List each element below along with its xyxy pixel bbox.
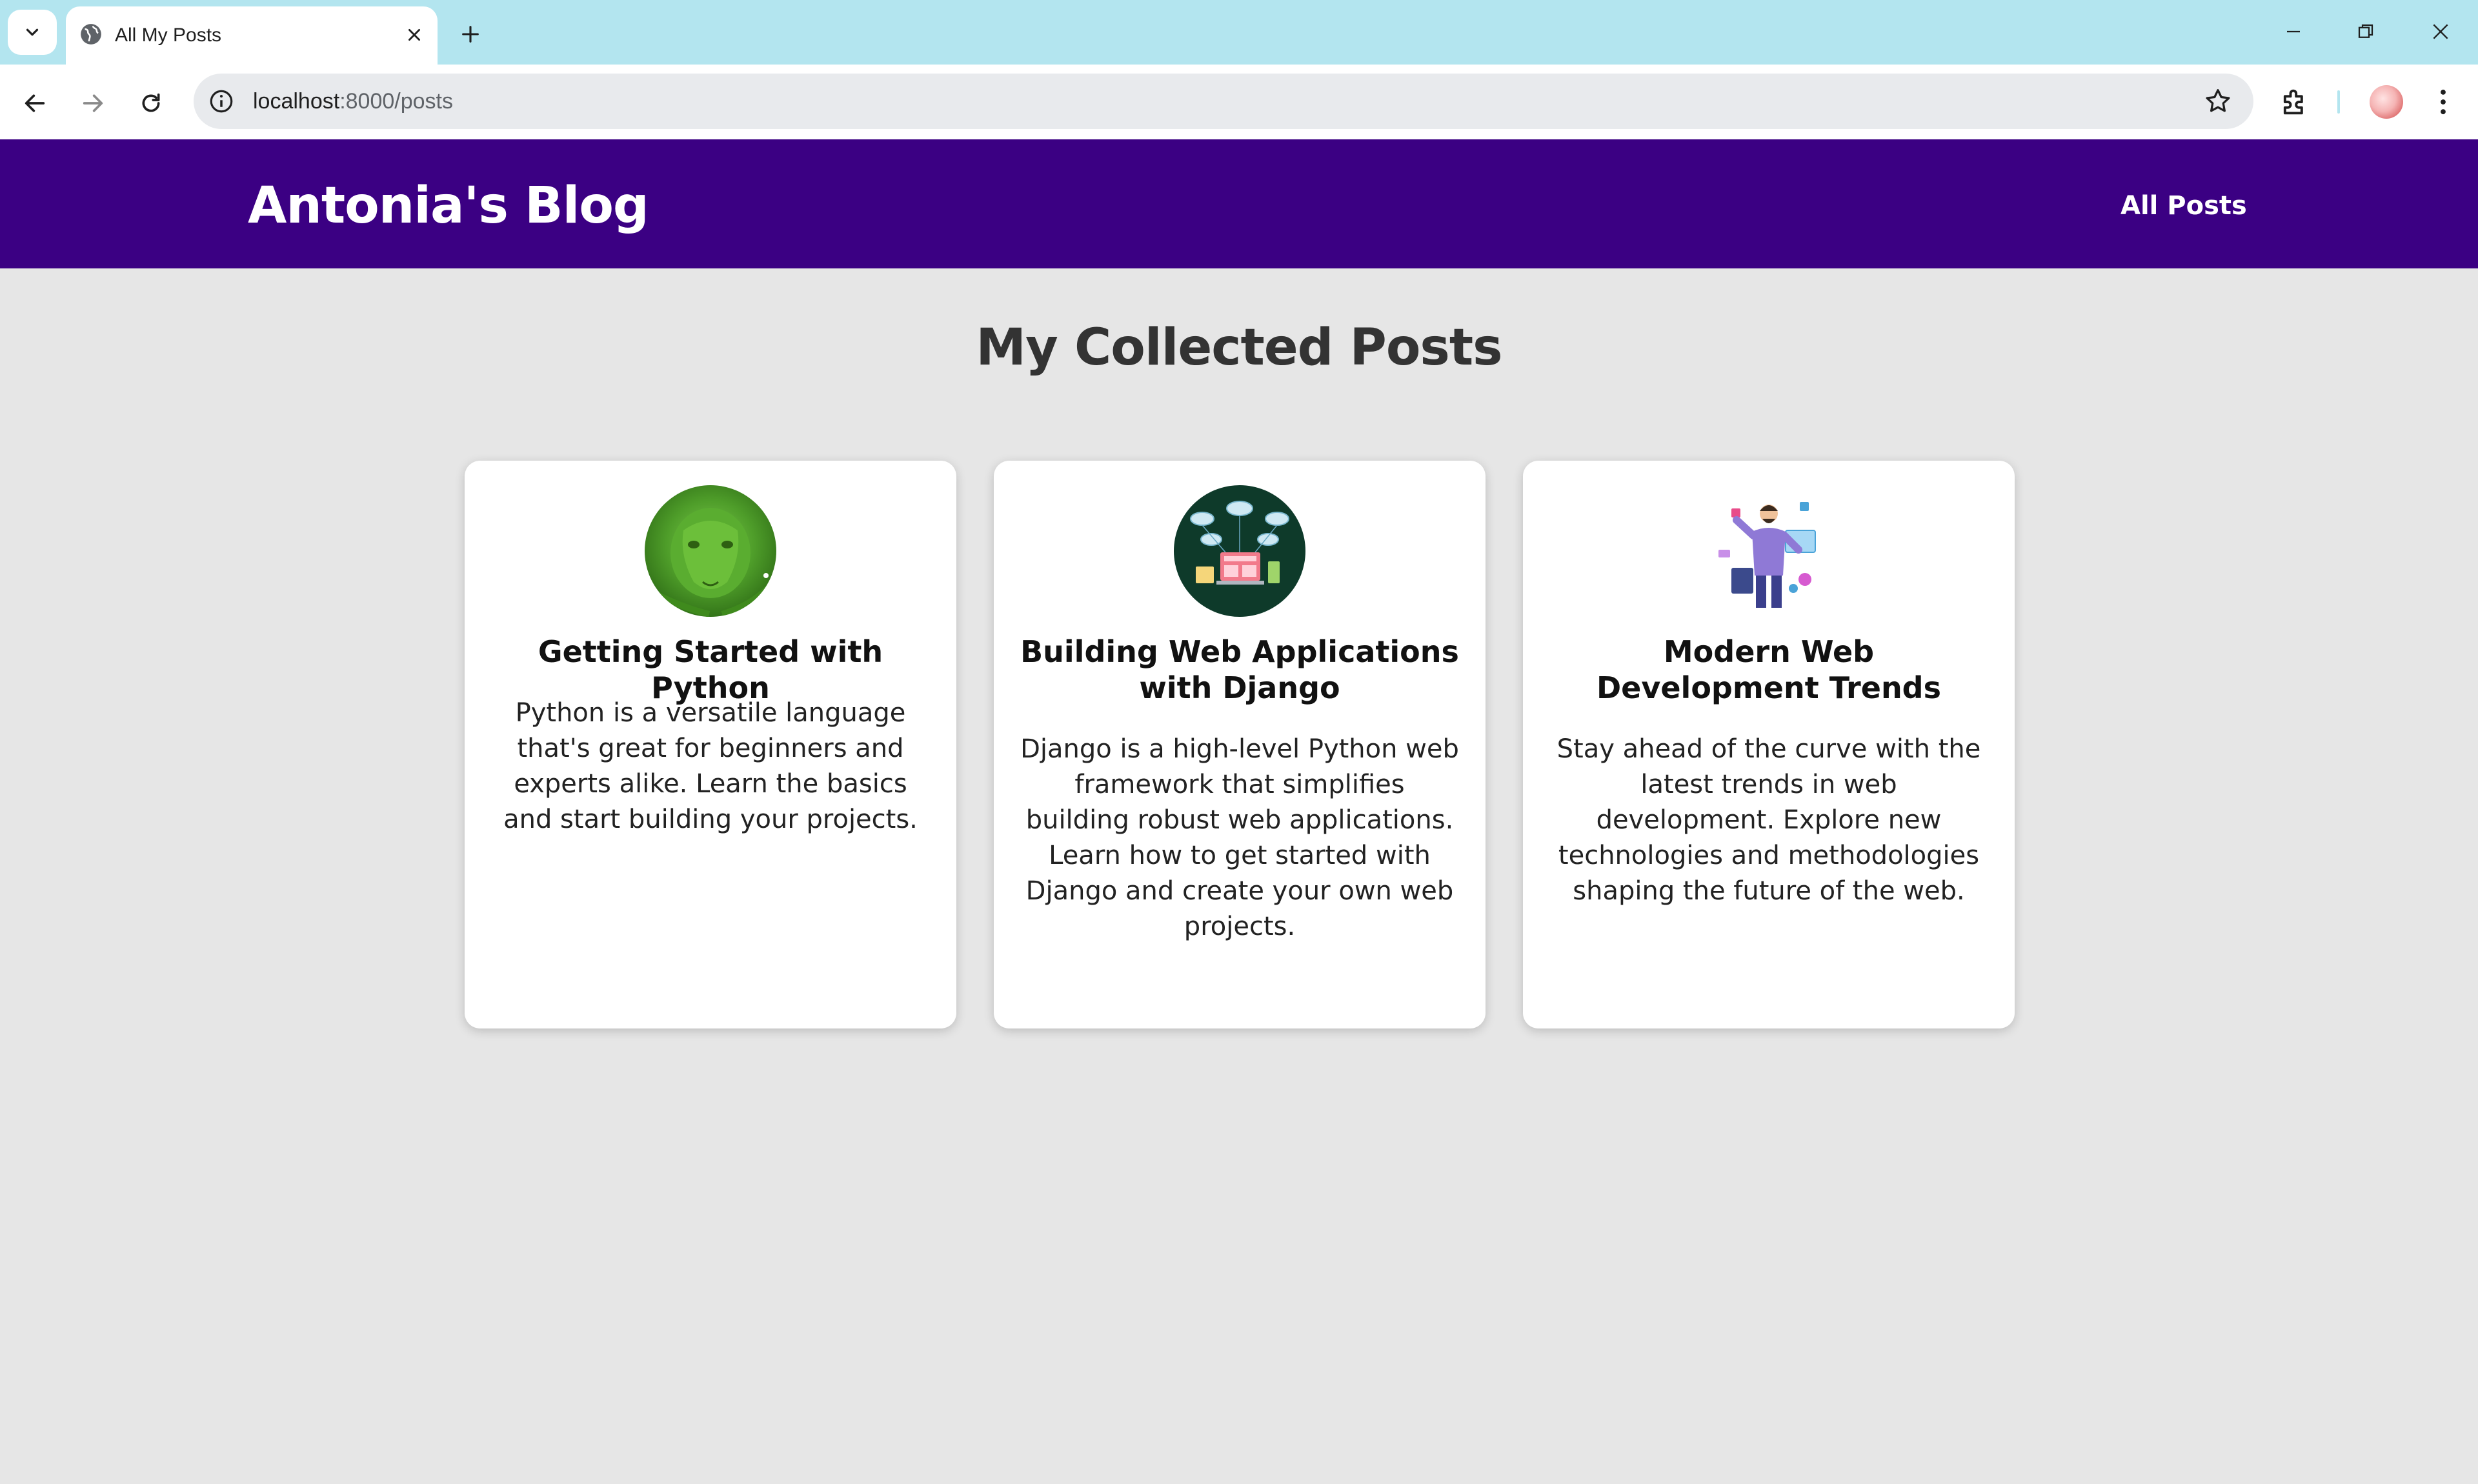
post-excerpt: Stay ahead of the curve with the latest … xyxy=(1556,734,1981,906)
snake-image xyxy=(645,485,776,617)
toolbar-separator xyxy=(2337,90,2340,114)
star-icon[interactable] xyxy=(2203,86,2233,116)
profile-avatar[interactable] xyxy=(2370,85,2403,119)
minimize-button[interactable] xyxy=(2274,15,2313,48)
post-excerpt: Python is a versatile language that's gr… xyxy=(503,698,918,834)
browser-tab[interactable]: All My Posts xyxy=(66,6,438,65)
close-window-button[interactable] xyxy=(2421,15,2460,48)
post-title[interactable]: Building Web Applications with Django xyxy=(1020,634,1460,706)
post-excerpt: Django is a high-level Python web framew… xyxy=(1020,734,1459,941)
post-card[interactable]: Getting Started with Python Python is a … xyxy=(465,461,956,1028)
reload-icon xyxy=(142,93,160,112)
address-bar[interactable]: localhost:8000/posts xyxy=(194,74,2253,129)
close-icon xyxy=(2433,24,2448,39)
post-card[interactable]: Building Web Applications with Django Dj… xyxy=(994,461,1486,1028)
browser-toolbar: localhost:8000/posts xyxy=(0,65,2478,139)
close-icon xyxy=(408,29,420,41)
restore-icon xyxy=(2358,24,2373,38)
plus-icon xyxy=(462,26,479,43)
tab-title: All My Posts xyxy=(115,25,222,46)
post-image-web xyxy=(1174,485,1305,617)
browser-tab-strip: All My Posts xyxy=(0,0,2478,65)
arrow-right-icon xyxy=(83,94,103,112)
reload-button[interactable] xyxy=(132,84,170,123)
post-image-snake xyxy=(645,485,776,617)
nav-link-all-posts[interactable]: All Posts xyxy=(2120,191,2247,221)
more-vert-icon[interactable] xyxy=(2426,85,2460,119)
forward-button[interactable] xyxy=(74,84,112,123)
post-card[interactable]: Modern Web Development Trends Stay ahead… xyxy=(1523,461,2015,1028)
tab-close-button[interactable] xyxy=(401,22,427,48)
site-header: Antonia's Blog All Posts xyxy=(0,139,2478,268)
site-title[interactable]: Antonia's Blog xyxy=(248,177,649,235)
new-tab-button[interactable] xyxy=(454,18,487,50)
info-icon[interactable] xyxy=(208,88,235,115)
arrow-left-icon xyxy=(25,94,45,112)
cloud-laptop-image xyxy=(1174,485,1305,617)
tab-search-button[interactable] xyxy=(8,10,57,55)
post-image-developer xyxy=(1703,485,1835,617)
chevron-down-icon xyxy=(26,28,39,36)
restore-button[interactable] xyxy=(2346,15,2385,48)
url-path: :8000/posts xyxy=(339,89,453,114)
developer-illustration xyxy=(1703,485,1835,617)
back-button[interactable] xyxy=(15,84,54,123)
url-host: localhost xyxy=(253,89,340,114)
post-title[interactable]: Modern Web Development Trends xyxy=(1549,634,1989,706)
page-heading: My Collected Posts xyxy=(976,319,1502,377)
globe-icon xyxy=(81,24,101,45)
extensions-puzzle-icon[interactable] xyxy=(2278,85,2312,119)
page-content: Antonia's Blog All Posts My Collected Po… xyxy=(0,139,2478,1484)
minimize-icon xyxy=(2287,30,2300,33)
url-text[interactable]: localhost:8000/posts xyxy=(253,89,453,114)
